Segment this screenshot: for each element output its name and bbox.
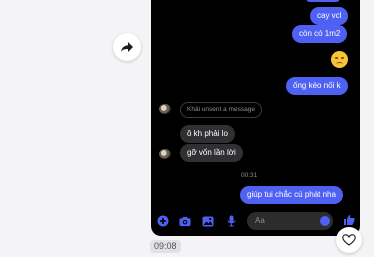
outgoing-message: còn có 1m2 (292, 25, 348, 43)
outgoing-message: ống kéo nối k (286, 77, 348, 95)
microphone-button[interactable] (225, 215, 237, 227)
emoji-icon[interactable] (320, 216, 330, 226)
message-input[interactable]: Aa (247, 212, 333, 230)
heart-icon (342, 234, 356, 246)
right-panel (360, 0, 374, 257)
message-input-placeholder: Aa (255, 216, 265, 225)
avatar[interactable] (159, 149, 171, 159)
gallery-button[interactable] (202, 215, 214, 227)
unsent-notice: Khải unsent a message (180, 102, 262, 118)
microphone-icon (226, 215, 236, 227)
camera-icon (179, 216, 191, 226)
incoming-message: ô kh phải lo (180, 125, 235, 143)
video-timestamp: 09:08 (150, 240, 181, 253)
like-post-button[interactable] (336, 227, 362, 253)
camera-button[interactable] (179, 215, 191, 227)
share-button[interactable] (113, 33, 141, 61)
outgoing-message: cay vcl (310, 7, 349, 25)
outgoing-message-partial (306, 0, 340, 2)
plus-button[interactable] (157, 215, 169, 227)
outgoing-message: giúp tui chắc cú phát nha (240, 186, 343, 204)
incoming-message: gỡ vốn lần lời (180, 144, 243, 162)
message-timestamp: 00:31 (241, 172, 258, 179)
avatar[interactable] (159, 104, 171, 114)
thumbs-up-icon (344, 215, 355, 225)
share-arrow-icon (121, 42, 133, 52)
like-button[interactable] (343, 214, 355, 226)
gallery-icon (202, 216, 214, 226)
sad-emoji-icon (331, 51, 348, 68)
plus-icon (157, 215, 169, 227)
